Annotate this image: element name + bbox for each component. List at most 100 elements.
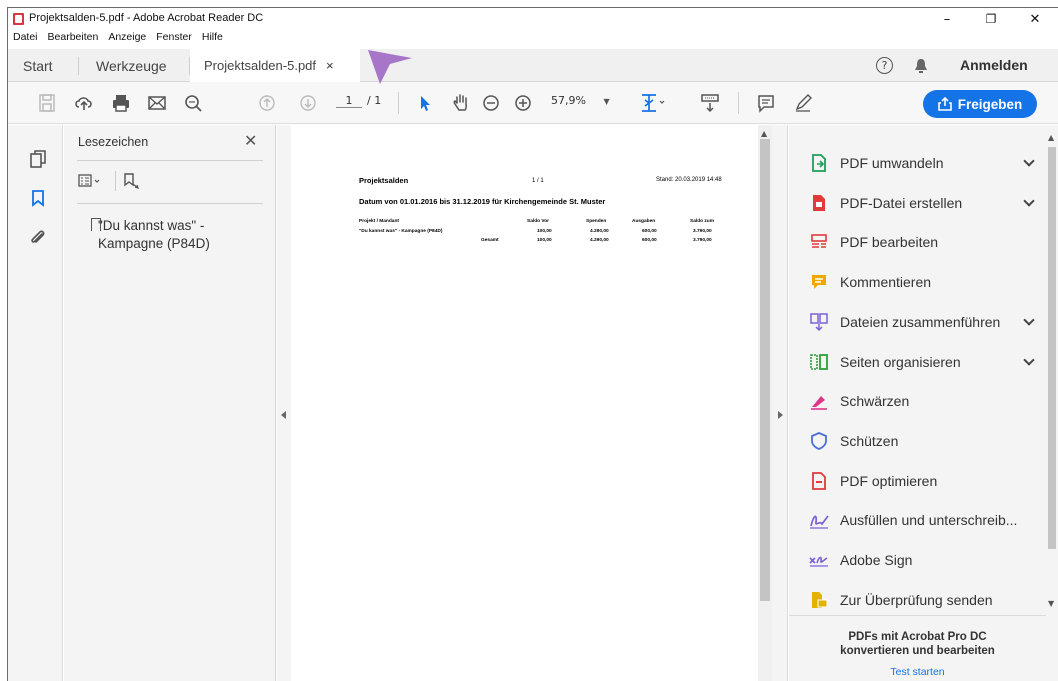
pdf-subtitle: Datum von 01.01.2016 bis 31.12.2019 für … xyxy=(359,197,606,206)
chevron-down-icon[interactable] xyxy=(1023,195,1035,207)
collapse-right-panel[interactable] xyxy=(772,125,788,681)
divider xyxy=(77,160,263,161)
document-scrollbar-thumb[interactable] xyxy=(760,139,770,601)
next-page-icon[interactable] xyxy=(296,91,320,115)
triangle-right-icon xyxy=(778,411,783,419)
scroll-mode-icon[interactable] xyxy=(698,91,722,115)
tool-label: Dateien zusammenführen xyxy=(840,313,1001,330)
scroll-up-icon[interactable]: ▲ xyxy=(761,129,767,138)
tool-item[interactable]: Ausfüllen und unterschreib... xyxy=(808,500,1033,540)
pdf-row-saldo-zum: 3.790,00 xyxy=(693,229,712,234)
menu-bar: Datei Bearbeiten Anzeige Fenster Hilfe xyxy=(8,31,1058,47)
acrobat-app-icon xyxy=(13,13,24,25)
tool-item[interactable]: Dateien zusammenführen xyxy=(808,302,1035,342)
comment-icon xyxy=(808,271,830,293)
zoom-level-dropdown[interactable]: 57,9% ▼ xyxy=(551,94,626,107)
page-thumbnails-icon[interactable] xyxy=(28,149,48,169)
select-cursor-icon[interactable] xyxy=(413,91,437,115)
bookmark-options-icon[interactable] xyxy=(78,173,106,193)
collapse-left-panel[interactable] xyxy=(277,125,291,681)
tool-label: Zur Überprüfung senden xyxy=(840,591,993,608)
tools-pane: PDF umwandeln PDF-Datei erstellen PDF bear… xyxy=(789,125,1058,681)
tab-close-button[interactable]: × xyxy=(326,58,334,73)
pdf-page-indicator: 1 / 1 xyxy=(532,178,544,184)
bell-icon[interactable] xyxy=(913,57,929,79)
page-total: / 1 xyxy=(367,94,382,107)
tool-item[interactable]: PDF-Datei erstellen xyxy=(808,183,1035,223)
save-icon[interactable] xyxy=(35,91,59,115)
fill-sign-icon xyxy=(808,509,830,531)
previous-page-icon[interactable] xyxy=(255,91,279,115)
tool-label: Seiten organisieren xyxy=(840,353,961,370)
bookmark-item[interactable]: "Du kannst was" - Kampagne (P84D) xyxy=(98,217,258,253)
tools-scrollbar-thumb[interactable] xyxy=(1048,147,1056,549)
tool-item[interactable]: PDF bearbeiten xyxy=(808,222,1033,262)
zoom-in-icon[interactable] xyxy=(511,91,535,115)
zoom-out-icon[interactable] xyxy=(479,91,503,115)
tool-item[interactable]: PDF umwandeln xyxy=(808,143,1035,183)
pdf-column-header: Projekt / Mandant xyxy=(359,219,399,224)
tool-item[interactable]: Schützen xyxy=(808,421,1033,461)
tool-item[interactable]: Kommentieren xyxy=(808,262,1033,302)
scroll-down-icon[interactable]: ▼ xyxy=(1048,599,1054,608)
tab-document[interactable]: Projektsalden-5.pdf × xyxy=(190,49,360,82)
menu-datei[interactable]: Datei xyxy=(11,31,40,47)
tool-label: PDF-Datei erstellen xyxy=(840,194,963,211)
pdf-column-header: Saldo zum xyxy=(690,219,714,224)
close-bookmarks-button[interactable]: ✕ xyxy=(244,131,257,150)
pdf-total-saldo-zum: 3.790,00 xyxy=(693,238,712,243)
share-button[interactable]: Freigeben xyxy=(923,90,1037,118)
tool-label: Kommentieren xyxy=(840,274,932,291)
tool-item[interactable]: Zur Überprüfung senden xyxy=(808,580,1033,620)
divider xyxy=(115,171,116,191)
scroll-up-icon[interactable]: ▲ xyxy=(1048,133,1054,142)
restore-button[interactable]: ❐ xyxy=(974,8,1008,30)
pdf-title: Projektsalden xyxy=(359,176,409,185)
share-button-label: Freigeben xyxy=(957,96,1023,112)
hand-tool-icon[interactable] xyxy=(449,91,473,115)
email-icon[interactable] xyxy=(145,91,169,115)
page-number-input[interactable]: 1 xyxy=(336,94,362,108)
acrobat-window: Projektsalden-5.pdf - Adobe Acrobat Read… xyxy=(7,7,1058,681)
pdf-column-header: Saldo Vor xyxy=(527,219,550,224)
tool-label: Adobe Sign xyxy=(840,552,913,568)
fit-page-icon[interactable] xyxy=(636,91,670,115)
menu-anzeige[interactable]: Anzeige xyxy=(106,31,148,47)
tab-werkzeuge[interactable]: Werkzeuge xyxy=(96,49,167,82)
send-review-icon xyxy=(808,589,830,611)
navigation-rail xyxy=(8,125,63,681)
adobe-sign-icon xyxy=(808,549,830,571)
tool-item[interactable]: Schwärzen xyxy=(808,381,1033,421)
chevron-down-icon[interactable] xyxy=(1023,155,1035,167)
minimize-button[interactable]: – xyxy=(930,8,964,30)
bookmarks-title: Lesezeichen xyxy=(78,135,149,149)
promo-line-1: PDFs mit Acrobat Pro DC xyxy=(848,631,987,643)
search-icon[interactable] xyxy=(181,91,205,115)
tool-item[interactable]: Adobe Sign xyxy=(808,540,1033,580)
tool-label: Schwärzen xyxy=(840,393,910,410)
attachment-icon[interactable] xyxy=(28,228,48,248)
tool-item[interactable]: Seiten organisieren xyxy=(808,342,1035,382)
divider xyxy=(77,203,263,204)
tool-label: PDF bearbeiten xyxy=(840,234,939,251)
tab-bar: Start Werkzeuge Projektsalden-5.pdf × ? … xyxy=(8,49,1058,82)
chevron-down-icon[interactable] xyxy=(1023,314,1035,326)
cloud-upload-icon[interactable] xyxy=(72,91,96,115)
chevron-down-icon: ▼ xyxy=(603,97,610,106)
tool-item[interactable]: PDF optimieren xyxy=(808,461,1033,501)
menu-bearbeiten[interactable]: Bearbeiten xyxy=(46,31,101,47)
help-icon[interactable]: ? xyxy=(876,57,893,74)
comment-icon[interactable] xyxy=(754,91,778,115)
close-window-button[interactable]: ✕ xyxy=(1018,8,1052,30)
signin-button[interactable]: Anmelden xyxy=(960,57,1028,73)
start-trial-link[interactable]: Test starten xyxy=(789,666,1046,678)
tab-start[interactable]: Start xyxy=(23,49,53,82)
zoom-level-value: 57,9% xyxy=(551,94,586,107)
bookmark-icon[interactable] xyxy=(28,188,48,208)
chevron-down-icon[interactable] xyxy=(1023,353,1035,366)
menu-hilfe[interactable]: Hilfe xyxy=(200,31,225,47)
new-bookmark-icon[interactable] xyxy=(122,172,140,194)
pen-sign-icon[interactable] xyxy=(791,91,815,115)
menu-fenster[interactable]: Fenster xyxy=(154,31,194,47)
print-icon[interactable] xyxy=(109,91,133,115)
